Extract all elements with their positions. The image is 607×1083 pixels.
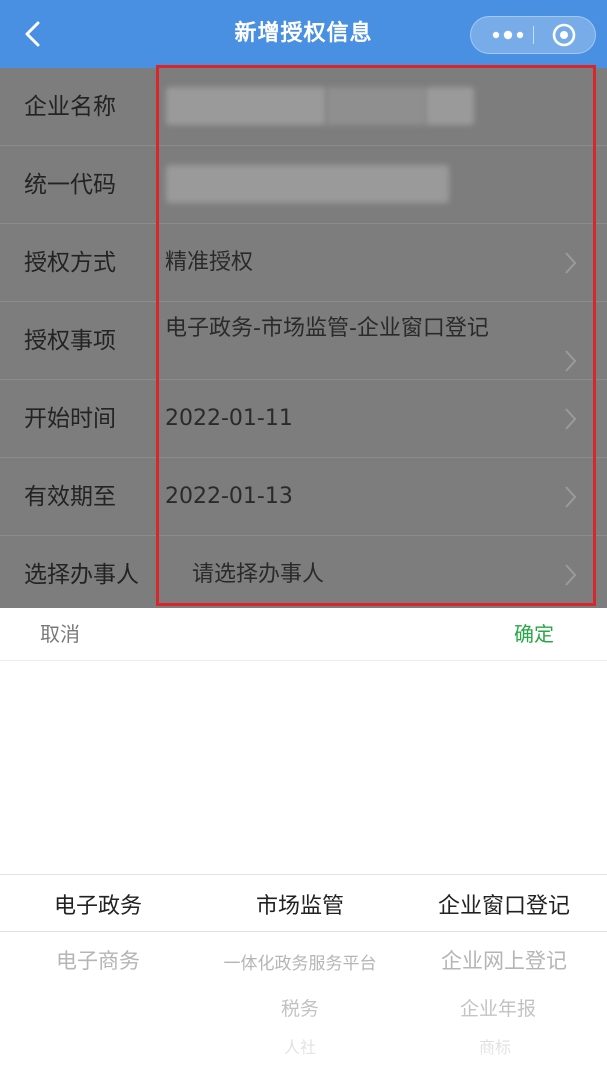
valid-until-value: 2022-01-13: [165, 484, 293, 509]
valid-until-label: 有效期至: [24, 484, 116, 510]
picker-col2-option[interactable]: 人社: [284, 1034, 316, 1058]
picker-col3-option[interactable]: 企业网上登记: [441, 945, 567, 975]
form-row-start-date[interactable]: 开始时间 2022-01-11: [0, 380, 607, 458]
picker-col2-selected[interactable]: 市场监管: [256, 888, 344, 920]
redacted-block: [166, 87, 326, 125]
auth-form: 企业名称 统一代码 授权方式 精准授权 授权事项 电子政务-市场监管-企业窗口登…: [0, 68, 607, 608]
picker-col3-selected[interactable]: 企业窗口登记: [438, 888, 570, 920]
cancel-button[interactable]: 取消: [40, 608, 80, 660]
picker-col3-option[interactable]: 企业年报: [460, 994, 536, 1021]
auth-method-label: 授权方式: [24, 250, 116, 276]
form-row-valid-until[interactable]: 有效期至 2022-01-13: [0, 458, 607, 536]
form-row-agent[interactable]: 选择办事人 请选择办事人: [0, 536, 607, 608]
chevron-right-icon: [558, 346, 582, 376]
target-close-icon: [552, 23, 576, 47]
company-name-label: 企业名称: [24, 94, 116, 120]
picker-toolbar: 取消 确定: [0, 608, 607, 661]
confirm-button[interactable]: 确定: [514, 608, 554, 660]
mini-program-capsule: [470, 16, 596, 54]
redacted-block: [426, 87, 474, 125]
agent-label: 选择办事人: [24, 562, 139, 588]
form-row-auth-matter[interactable]: 授权事项 电子政务-市场监管-企业窗口登记: [0, 302, 607, 380]
auth-method-value: 精准授权: [165, 250, 254, 275]
chevron-right-icon: [558, 248, 582, 278]
capsule-divider: [533, 26, 534, 44]
start-date-value: 2022-01-11: [165, 406, 293, 431]
redacted-block: [326, 87, 426, 125]
picker-col3-option[interactable]: 商标: [479, 1034, 511, 1058]
more-dots-icon: [492, 30, 524, 40]
redacted-block: [166, 165, 449, 203]
agent-placeholder: 请选择办事人: [192, 562, 325, 587]
picker-col2-option[interactable]: 一体化政务服务平台: [224, 949, 377, 974]
picker-col1-option[interactable]: 电子商务: [56, 945, 140, 975]
chevron-right-icon: [558, 560, 582, 590]
picker-col2-option[interactable]: 税务: [281, 994, 319, 1021]
picker-col1-selected[interactable]: 电子政务: [54, 888, 142, 920]
form-row-company-name[interactable]: 企业名称: [0, 68, 607, 146]
auth-matter-value: 电子政务-市场监管-企业窗口登记: [165, 316, 489, 341]
form-row-auth-method[interactable]: 授权方式 精准授权: [0, 224, 607, 302]
nav-bar: 新增授权信息: [0, 0, 607, 68]
unified-code-label: 统一代码: [24, 172, 116, 198]
chevron-right-icon: [558, 482, 582, 512]
auth-matter-label: 授权事项: [24, 328, 116, 354]
start-date-label: 开始时间: [24, 406, 116, 432]
chevron-right-icon: [558, 404, 582, 434]
form-row-unified-code[interactable]: 统一代码: [0, 146, 607, 224]
close-button[interactable]: [541, 17, 587, 53]
more-button[interactable]: [485, 17, 531, 53]
